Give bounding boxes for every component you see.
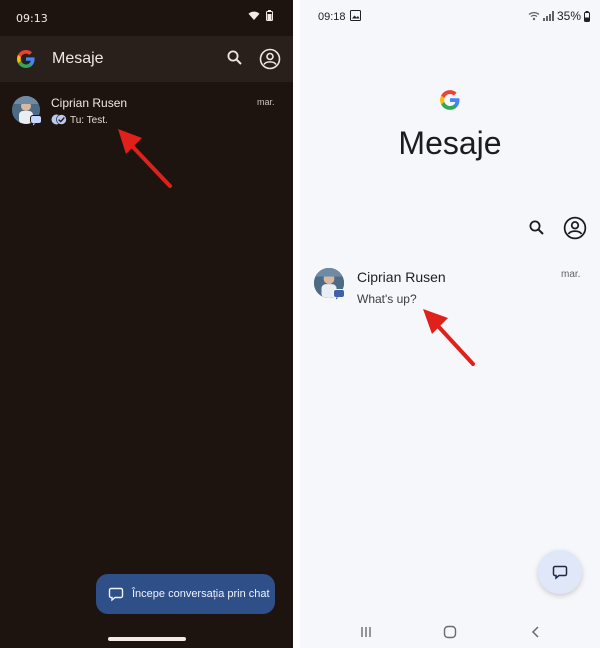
- home-icon[interactable]: [443, 625, 457, 639]
- chat-bubble-icon: [108, 587, 124, 602]
- battery-percentage: 35%: [556, 9, 581, 23]
- chat-bubble-icon: [552, 565, 568, 580]
- read-receipt-icon: [51, 114, 67, 125]
- status-bar: 09:18 35%: [300, 0, 600, 32]
- status-time: 09:18: [318, 11, 346, 23]
- contact-name: Ciprian Rusen: [357, 269, 446, 285]
- status-bar: 09:13: [0, 0, 293, 36]
- conversation-date: mar.: [561, 269, 581, 280]
- google-logo-icon: [440, 90, 460, 110]
- chat-badge-icon: [30, 115, 42, 126]
- app-bar: Mesaje: [0, 36, 293, 82]
- wifi-icon: [248, 11, 260, 20]
- status-right-icons: 35%: [528, 9, 590, 23]
- page-title: Mesaje: [398, 125, 502, 161]
- system-nav-bar: [300, 620, 600, 644]
- start-chat-label: Începe conversația prin chat: [132, 588, 270, 600]
- left-phone-screen: 09:13 Mesaje Ciprian Rusen Tu: Test. mar…: [0, 0, 293, 648]
- battery-icon: [584, 10, 590, 22]
- red-arrow-annotation: [118, 129, 172, 188]
- screenshot-comparison: 09:13 Mesaje Ciprian Rusen Tu: Test. mar…: [0, 0, 600, 648]
- gesture-nav-handle[interactable]: [108, 637, 186, 641]
- start-chat-button[interactable]: Începe conversația prin chat: [96, 574, 275, 614]
- back-icon[interactable]: [529, 625, 543, 639]
- gallery-notification-icon: [350, 10, 361, 21]
- status-time: 09:13: [16, 12, 48, 25]
- google-logo-icon: [17, 50, 35, 68]
- chat-badge-icon: [333, 289, 345, 300]
- conversation-date: mar.: [257, 97, 275, 107]
- status-icons: [248, 10, 273, 21]
- message-snippet: Tu: Test.: [70, 115, 108, 126]
- wifi-calling-icon: [528, 12, 540, 21]
- red-arrow-annotation: [423, 309, 475, 366]
- app-title: Mesaje: [52, 50, 104, 67]
- battery-icon: [266, 10, 273, 21]
- search-icon[interactable]: [528, 219, 546, 237]
- recents-icon[interactable]: [359, 625, 373, 639]
- panel-divider: [293, 0, 300, 648]
- start-chat-fab[interactable]: [538, 550, 582, 594]
- account-icon[interactable]: [259, 48, 281, 70]
- search-icon[interactable]: [226, 49, 244, 67]
- contact-name: Ciprian Rusen: [51, 96, 128, 110]
- account-icon[interactable]: [563, 216, 587, 240]
- message-snippet: What's up?: [357, 292, 417, 306]
- signal-icon: [542, 11, 554, 21]
